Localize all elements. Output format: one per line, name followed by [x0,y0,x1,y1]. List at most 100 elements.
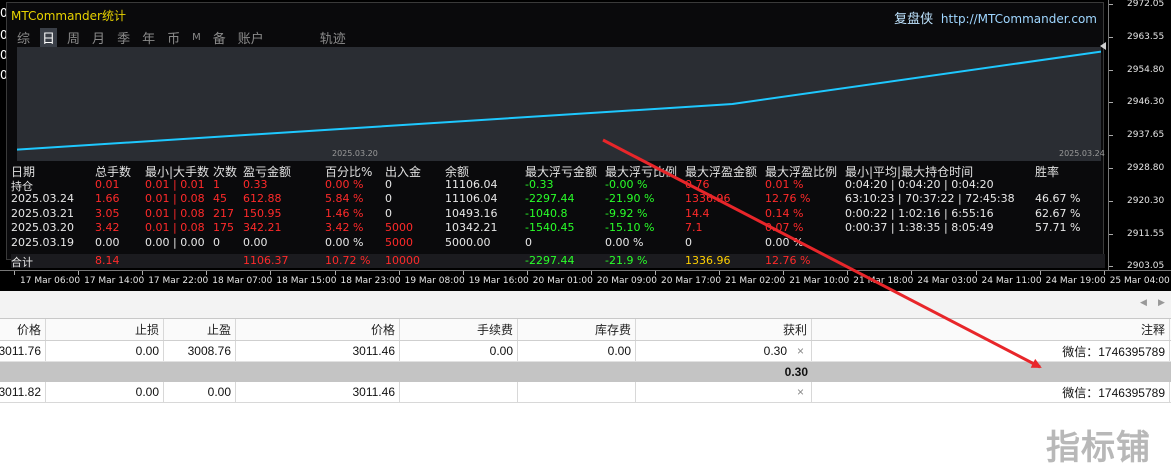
price-label: 2911.55 [1127,228,1165,239]
stats-cell: 0:04:20 | 0:04:20 | 0:04:20 [845,177,994,191]
stats-total-cell: 合计 [11,256,33,269]
stats-total-cell: 10.72 % [325,254,371,267]
tab-backup[interactable]: 备 [211,28,228,47]
stats-cell: 5000 [385,235,413,249]
time-axis[interactable]: 17 Mar 06:00 17 Mar 14:00 17 Mar 22:00 18 M… [0,270,1171,291]
stats-cell: 63:10:23 | 70:37:22 | 72:45:38 [845,192,1015,205]
stats-cell: 0 [525,235,532,249]
grid-cell [518,382,636,402]
stats-cell: 12.76 % [765,192,811,205]
time-label: 25 Mar 04:00 [1109,276,1170,286]
stats-cell: 0 [385,177,392,191]
time-label: 19 Mar 16:00 [468,276,529,286]
stats-cell: 0.01 | 0.08 [145,192,205,205]
time-label: 18 Mar 07:00 [212,276,273,286]
time-tick [590,271,592,275]
tab-currency[interactable]: 币 [165,28,182,47]
grid-cell [636,382,812,402]
trade-row[interactable]: 3011.76 0.00 3008.76 3011.46 0.00 0.00 0.30 微信：… [0,341,1171,362]
stats-total-cell: 10000 [385,254,420,267]
time-label: 17 Mar 22:00 [148,276,209,286]
price-axis[interactable]: 2972.05 2963.55 2954.80 2946.30 2937.65 2928.… [1108,0,1171,271]
stats-cell: -1040.8 [525,206,568,220]
tab-summary[interactable]: 综 [15,28,32,47]
grid-cell: 0.00 [46,341,164,361]
grid-cell: 0.00 [400,341,518,361]
stats-cell: 5000 [385,221,413,234]
scroll-left-icon[interactable]: ◀ [1140,297,1147,308]
brand-name: 复盘侠 [894,12,934,27]
close-position-icon[interactable]: × [797,385,804,399]
time-tick [206,271,208,275]
time-tick [911,271,913,275]
stats-cell: 0.00 % [765,235,804,249]
stats-cell: 0 [685,235,692,249]
grid-header-cell[interactable]: 价格 [0,319,46,340]
stats-cell: -1540.45 [525,221,575,234]
stats-cell: 342.21 [243,221,282,234]
grid-header-cell[interactable]: 止损 [46,319,164,340]
tab-account[interactable]: 账户 [236,28,266,47]
stats-cell: -2297.44 [525,192,575,205]
chart-area[interactable]: 0 0 0 0 MTCommander统计 复盘侠 http://MTComma… [0,0,1171,291]
horizontal-scrollbar[interactable]: ◀ ▶ [0,291,1171,319]
stats-table: 日期 总手数 最小|大手数 次数 盈亏金额 百分比% 出入金 余额 最大浮亏金额… [11,163,1105,269]
time-tick [719,271,721,275]
grid-header-cell[interactable]: 手续费 [400,319,518,340]
grid-header-cell[interactable]: 止盈 [164,319,236,340]
tab-quarterly[interactable]: 季 [115,28,132,47]
website-link[interactable]: 复盘侠 http://MTCommander.com [894,8,1097,27]
stats-cell: 0.00 [95,235,120,249]
time-tick [14,271,15,275]
grid-cell: 微信：1746395789 [812,382,1170,402]
tab-daily[interactable]: 日 [40,27,58,47]
grid-cell: 0.00 [518,341,636,361]
price-label: 2954.80 [1127,64,1165,75]
grid-header-cell[interactable]: 库存费 [518,319,636,340]
period-tabs: 综 日 周 月 季 年 币 M 备 账户 轨迹 [15,27,356,47]
time-label: 21 Mar 10:00 [789,276,850,286]
tab-weekly[interactable]: 周 [65,28,82,47]
scroll-right-icon[interactable]: ▶ [1158,297,1165,308]
price-tick [1109,69,1113,71]
stats-cell: 0 [213,235,220,249]
stats-row: 2025.03.19 0.00 0.00 | 0.00 0 0.00 0.00 % 5000… [11,236,1105,251]
stats-cell: 217 [213,206,234,220]
trade-row[interactable]: 3011.82 0.00 0.00 3011.46 微信：1746395789 × [0,382,1171,403]
stats-cell: 0.00 | 0.00 [145,235,205,249]
stats-row: 2025.03.21 3.05 0.01 | 0.08 217 150.95 1.46 %… [11,207,1105,222]
tab-m[interactable]: M [190,32,203,43]
stats-cell: 1 [213,177,220,191]
time-tick [655,271,656,275]
tab-yearly[interactable]: 年 [140,28,157,47]
grid-header-cell[interactable]: 获利 [636,319,812,340]
stats-cell: 0.07 % [765,221,804,234]
stats-total-cell: 1336.96 [685,254,731,267]
time-tick [975,271,977,275]
tab-track[interactable]: 轨迹 [318,28,348,47]
close-position-icon[interactable]: × [797,344,804,358]
x-end-label: 2025.03.24 [1059,149,1105,158]
stats-cell: 0.01 | 0.08 [145,221,205,234]
website-url[interactable]: http://MTCommander.com [941,12,1097,26]
stats-row: 2025.03.20 3.42 0.01 | 0.08 175 342.21 3.42 %… [11,221,1105,236]
time-label: 17 Mar 06:00 [20,276,81,286]
grid-header-cell[interactable]: 价格 [236,319,400,340]
stats-total-cell: 1106.37 [243,254,289,267]
stats-cell: 14.4 [685,206,710,220]
grid-cell [400,382,518,402]
tab-monthly[interactable]: 月 [90,28,107,47]
time-tick [462,271,464,275]
stats-header-row: 日期 总手数 最小|大手数 次数 盈亏金额 百分比% 出入金 余额 最大浮亏金额… [11,163,1105,179]
grid-header-cell[interactable]: 注释 [812,319,1170,340]
stats-cell: 0.01 % [765,177,804,191]
stats-row: 2025.03.24 1.66 0.01 | 0.08 45 612.88 5.84 % 0… [11,192,1105,207]
stats-cell: 612.88 [243,192,282,205]
price-label: 2920.30 [1127,195,1165,206]
time-label: 24 Mar 11:00 [981,276,1042,286]
stats-cell: 0.14 % [765,206,804,220]
stats-cell: 5.84 % [325,192,364,205]
time-tick [270,271,272,275]
price-tick [1109,266,1113,268]
stats-cell: 10342.21 [445,221,498,234]
